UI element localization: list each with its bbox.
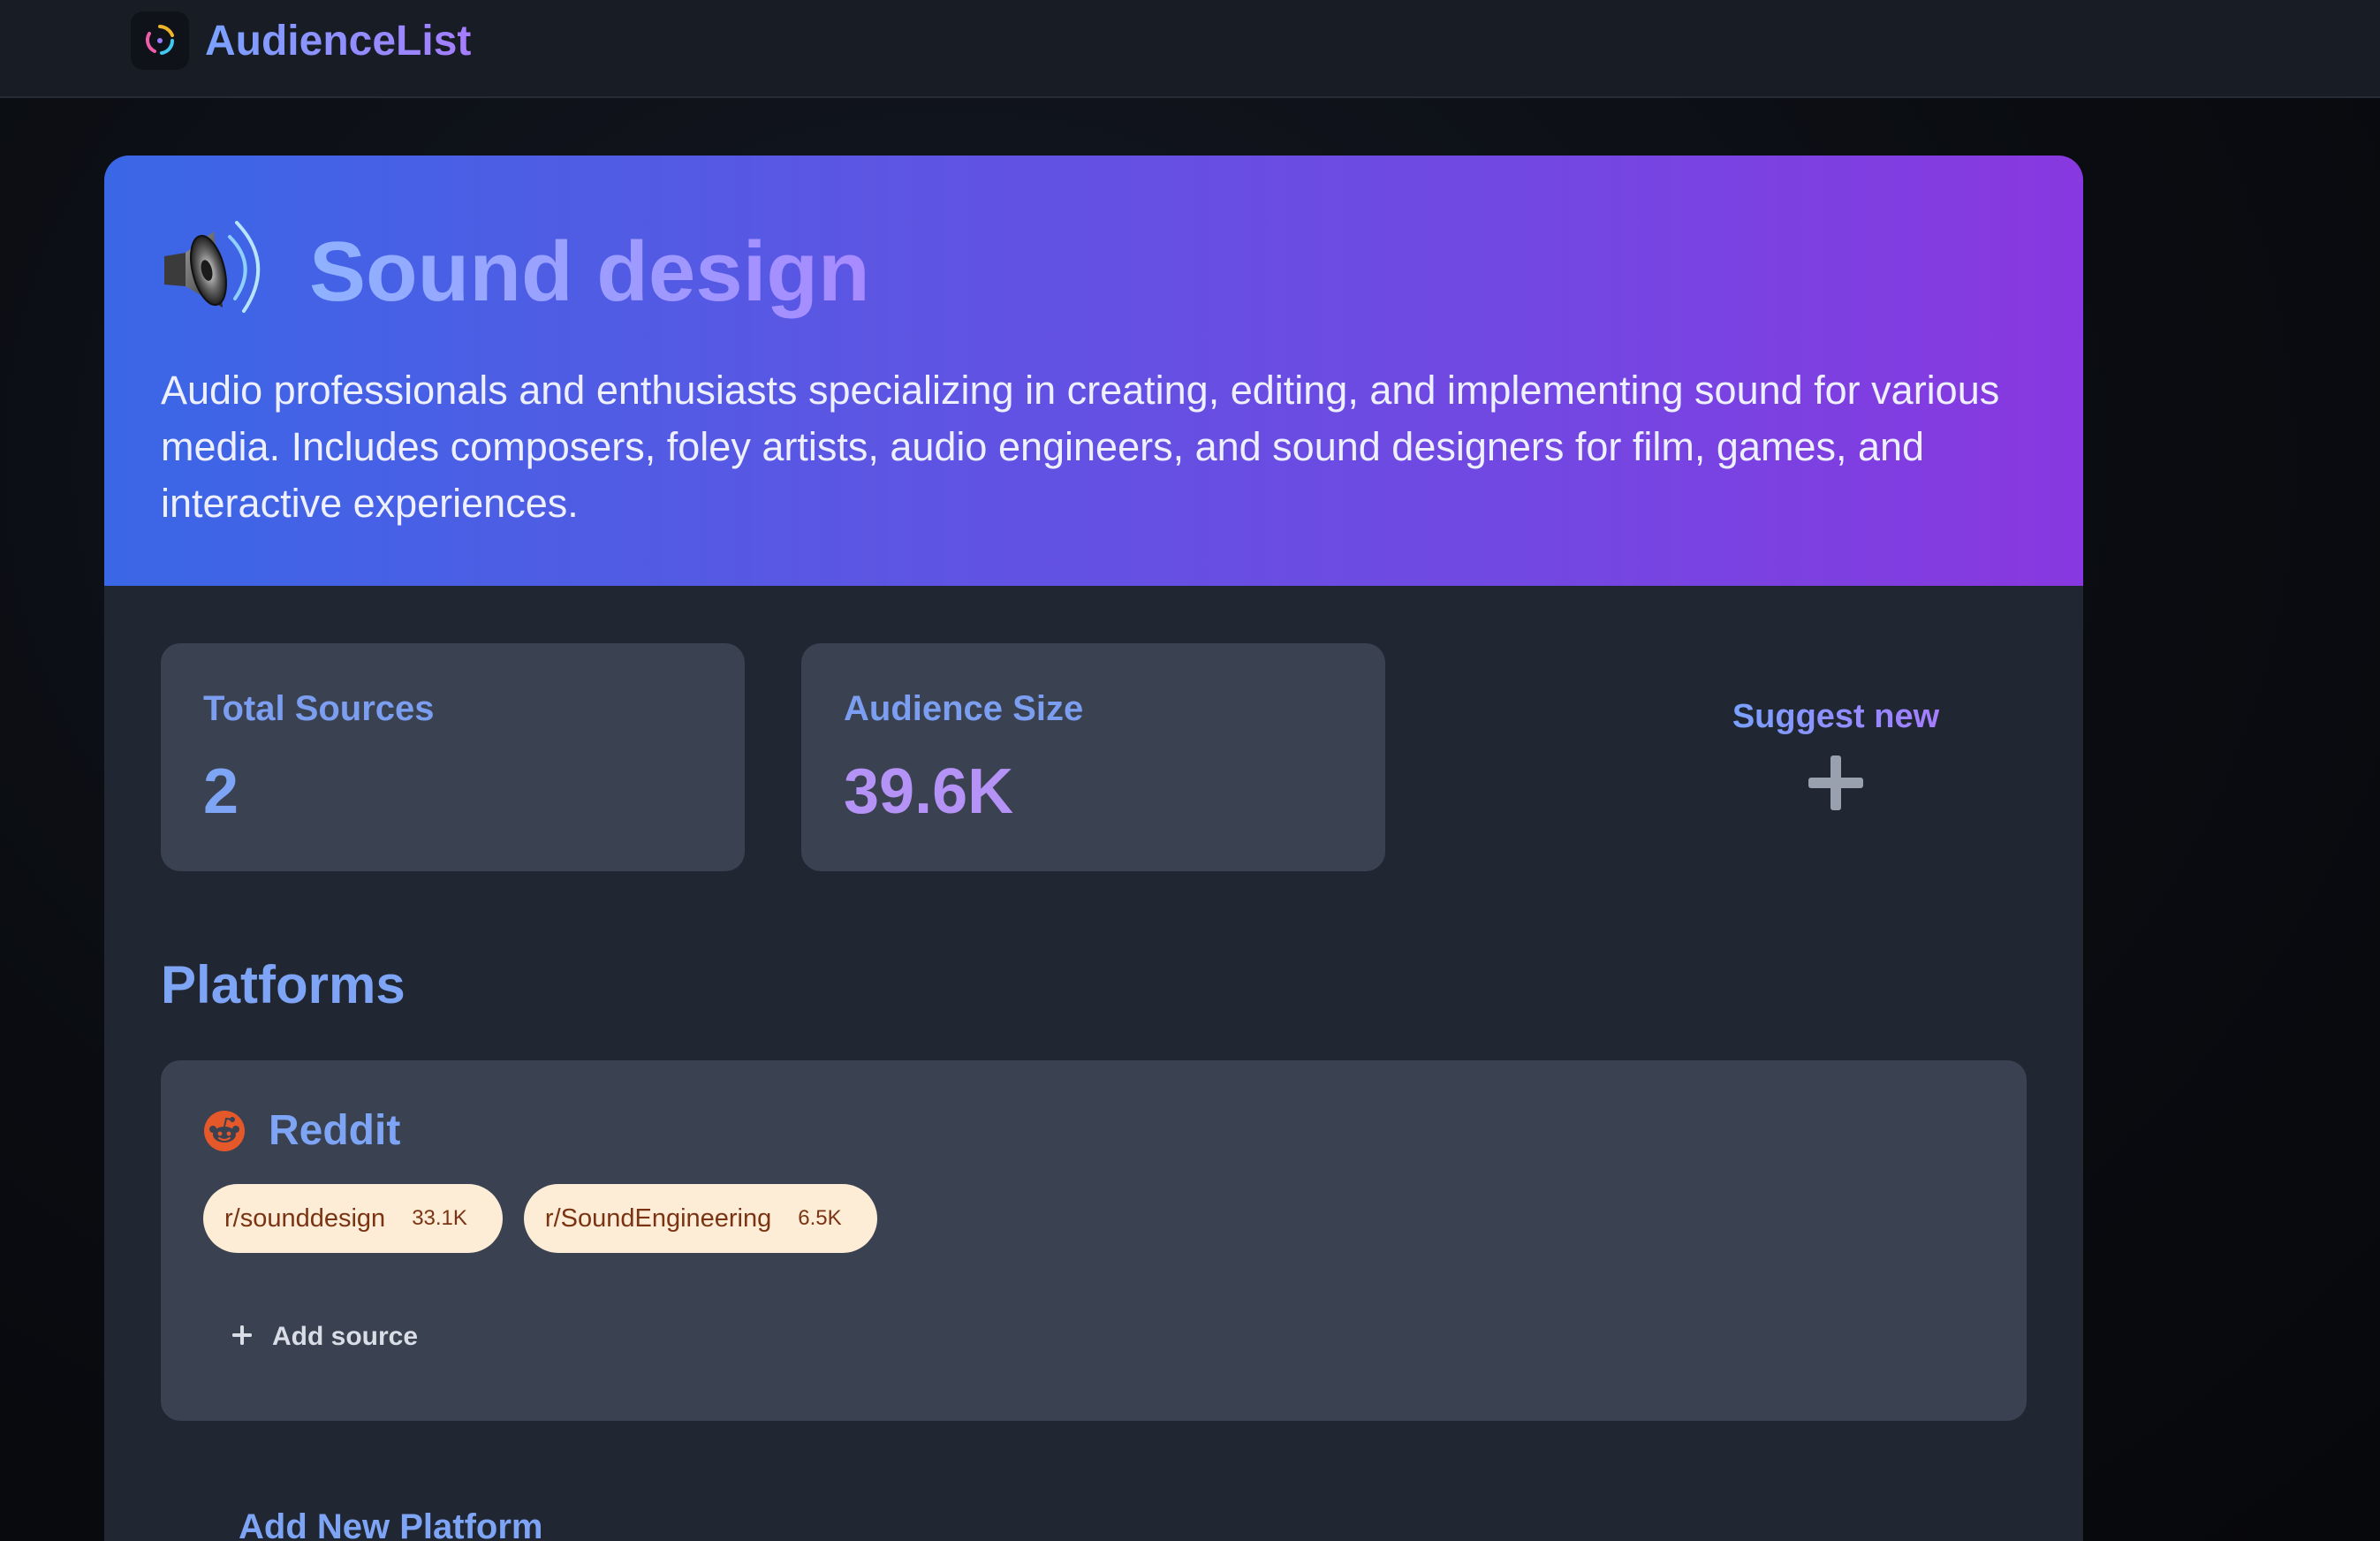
source-chip-count: 33.1K <box>412 1206 467 1230</box>
source-chip-name: r/sounddesign <box>224 1203 386 1233</box>
plus-icon <box>1805 752 1867 818</box>
brand[interactable]: AudienceList <box>131 11 472 70</box>
source-chip[interactable]: r/SoundEngineering 6.5K <box>523 1184 877 1253</box>
add-source-button[interactable]: Add source <box>230 1322 418 1352</box>
source-chip-name: r/SoundEngineering <box>544 1203 772 1233</box>
app-logo-icon <box>131 11 189 70</box>
audience-card: Sound design Audio professionals and ent… <box>104 156 2083 1541</box>
suggest-new-button[interactable]: Suggest new <box>1571 643 2083 871</box>
stat-total-sources: Total Sources 2 <box>161 643 745 871</box>
platform-name: Reddit <box>269 1107 401 1154</box>
audience-description: Audio professionals and enthusiasts spec… <box>161 368 2000 526</box>
stat-label: Audience Size <box>844 689 1084 728</box>
stat-audience-size: Audience Size 39.6K <box>801 643 1385 871</box>
platform-header: Reddit <box>203 1106 400 1155</box>
add-source-label: Add source <box>272 1322 419 1351</box>
stat-value: 39.6K <box>844 756 1014 827</box>
speaker-icon <box>159 210 270 322</box>
app-name: AudienceList <box>205 17 472 65</box>
add-new-platform-button[interactable]: Add New Platform <box>239 1507 542 1541</box>
audience-title: Sound design <box>309 219 870 325</box>
audience-hero: Sound design Audio professionals and ent… <box>104 156 2083 586</box>
top-bar: AudienceList <box>0 0 2380 98</box>
platforms-heading: Platforms <box>161 955 406 1014</box>
stat-label: Total Sources <box>203 689 435 728</box>
reddit-icon <box>203 1110 246 1152</box>
platform-card-reddit: Reddit r/sounddesign 33.1K r/SoundEngine… <box>161 1060 2027 1421</box>
source-chip-count: 6.5K <box>798 1206 842 1230</box>
stat-value: 2 <box>203 756 239 827</box>
plus-icon <box>230 1323 254 1352</box>
source-chip[interactable]: r/sounddesign 33.1K <box>203 1184 503 1253</box>
source-chips: r/sounddesign 33.1K r/SoundEngineering 6… <box>203 1184 877 1253</box>
suggest-new-label: Suggest new <box>1732 698 1940 735</box>
